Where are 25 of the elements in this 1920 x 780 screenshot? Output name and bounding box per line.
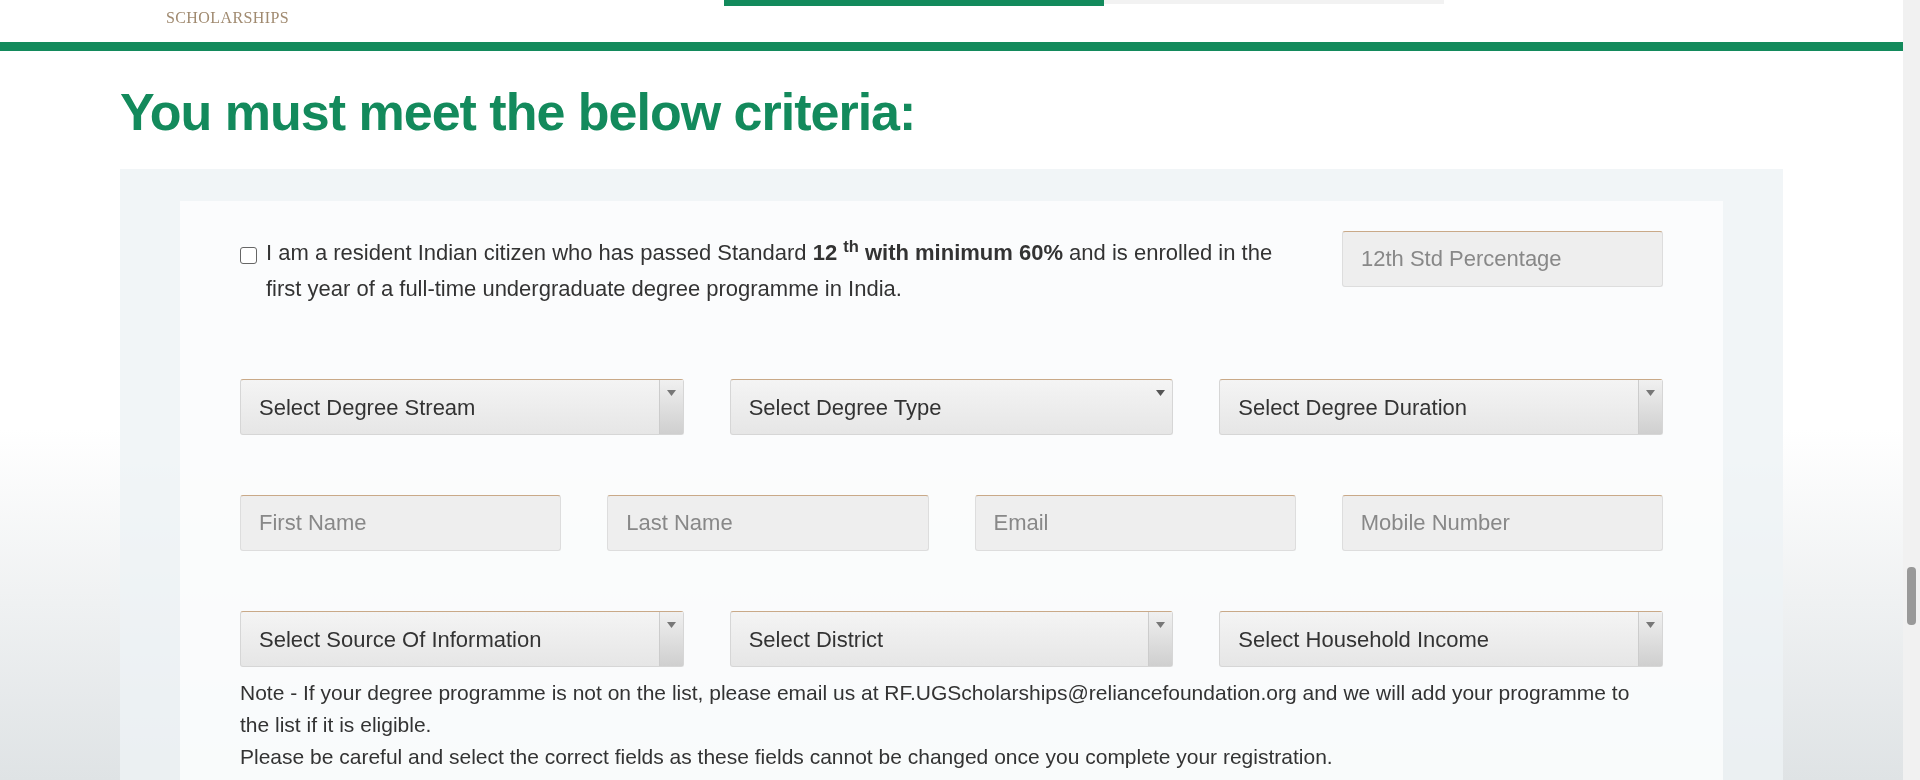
select-dropdown[interactable]: Select District (729, 611, 1174, 667)
caret-icon (1638, 612, 1662, 666)
select-dropdown[interactable]: Select Degree Type (729, 379, 1174, 435)
select-dropdown[interactable]: Select Household Income (1219, 611, 1663, 667)
select-dropdown[interactable]: Select Degree Stream (240, 379, 684, 435)
scrollbar[interactable] (1903, 0, 1920, 780)
input-field[interactable]: Mobile Number (1341, 495, 1663, 551)
percentage-field[interactable]: 12th Std Percentage (1342, 231, 1663, 287)
eligibility-statement: I am a resident Indian citizen who has passed Standard 12 $^{th}$ with minimum 60% and is enrolled in the first year of a full-time undergraduate degree programme in India. (266, 235, 1274, 303)
select-dropdown[interactable]: Select Degree Duration (1219, 379, 1663, 435)
caret-icon (1638, 380, 1662, 434)
select-dropdown[interactable]: Select Source Of Information (240, 611, 684, 667)
input-field[interactable]: Email (974, 495, 1296, 551)
caret-icon (658, 380, 683, 434)
caret-icon (658, 612, 683, 666)
page-heading: You must meet the below criteria: (120, 82, 917, 143)
caret-icon (1155, 390, 1165, 396)
input-field[interactable]: Last Name (607, 495, 929, 551)
caret-icon (1148, 612, 1173, 666)
note-text: Note - If your degree programme is not on the list, please email us at RF.UGScholarships@reliancefoundation.org and we will add your programme to the list if it is eligible. (240, 680, 1630, 738)
input-field[interactable]: First Name (240, 495, 562, 551)
note-text: Please be careful and select the correct fields as these fields cannot be changed once you complete your registration. (240, 744, 1334, 770)
scrollbar-thumb[interactable] (1907, 567, 1916, 625)
checkbox[interactable] (240, 247, 257, 264)
logo-text: SCHOLARSHIPS (166, 8, 290, 28)
